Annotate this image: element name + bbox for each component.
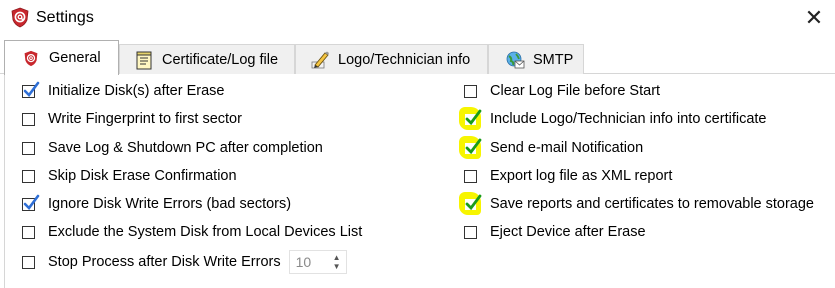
stepper-arrows[interactable]: ▲ ▼ xyxy=(330,252,344,272)
tab-general[interactable]: General xyxy=(4,40,119,75)
stepper-value: 10 xyxy=(295,254,312,270)
checkmark-icon xyxy=(465,138,482,154)
option-label: Initialize Disk(s) after Erase xyxy=(48,83,225,99)
option-clear-log-file[interactable]: Clear Log File before Start xyxy=(464,80,660,102)
notepad-icon xyxy=(136,51,152,69)
option-stop-after-errors[interactable]: Stop Process after Disk Write Errors 10 … xyxy=(22,250,347,274)
checkbox[interactable] xyxy=(464,169,477,183)
checkbox[interactable] xyxy=(22,169,35,183)
checkmark-icon xyxy=(23,81,40,97)
checkbox[interactable] xyxy=(464,225,477,239)
shield-at-icon xyxy=(24,50,38,66)
option-label: Stop Process after Disk Write Errors xyxy=(48,254,281,270)
tab-smtp[interactable]: SMTP xyxy=(488,44,584,74)
error-count-stepper[interactable]: 10 ▲ ▼ xyxy=(288,250,347,274)
option-label: Clear Log File before Start xyxy=(490,83,661,99)
option-label: Save reports and certificates to removab… xyxy=(490,196,814,212)
shield-at-icon xyxy=(11,7,29,28)
chevron-up-icon[interactable]: ▲ xyxy=(333,253,341,262)
option-save-log-shutdown[interactable]: Save Log & Shutdown PC after completion xyxy=(22,137,323,159)
option-eject-device[interactable]: Eject Device after Erase xyxy=(464,221,646,243)
globe-mail-icon xyxy=(506,51,525,68)
option-initialize-disks[interactable]: Initialize Disk(s) after Erase xyxy=(22,80,224,102)
option-label: Ignore Disk Write Errors (bad sectors) xyxy=(48,196,292,212)
tab-label: SMTP xyxy=(533,51,574,68)
checkmark-icon xyxy=(465,194,482,210)
option-label: Skip Disk Erase Confirmation xyxy=(48,168,237,184)
checkbox[interactable] xyxy=(22,225,35,239)
option-label: Eject Device after Erase xyxy=(490,224,646,240)
tab-label: General xyxy=(49,50,101,66)
option-label: Export log file as XML report xyxy=(490,168,673,184)
option-save-to-removable[interactable]: Save reports and certificates to removab… xyxy=(459,191,814,215)
option-send-email[interactable]: Send e-mail Notification xyxy=(459,135,644,159)
option-include-logo-info[interactable]: Include Logo/Technician info into certif… xyxy=(459,106,767,130)
option-export-xml[interactable]: Export log file as XML report xyxy=(464,165,672,187)
option-label: Exclude the System Disk from Local Devic… xyxy=(48,224,363,240)
option-write-fingerprint[interactable]: Write Fingerprint to first sector xyxy=(22,108,242,130)
title-bar: Settings ✕ xyxy=(0,0,835,38)
checkbox[interactable] xyxy=(22,255,35,269)
checkbox[interactable] xyxy=(464,84,477,98)
checkbox[interactable] xyxy=(459,191,482,215)
checkbox[interactable] xyxy=(22,141,35,155)
tab-label: Logo/Technician info xyxy=(338,51,471,68)
chevron-down-icon[interactable]: ▼ xyxy=(333,262,341,271)
option-label: Write Fingerprint to first sector xyxy=(48,111,242,127)
option-label: Send e-mail Notification xyxy=(490,140,644,156)
option-exclude-system-disk[interactable]: Exclude the System Disk from Local Devic… xyxy=(22,221,362,243)
checkbox[interactable] xyxy=(22,194,40,211)
checkmark-icon xyxy=(465,109,482,125)
option-ignore-write-errors[interactable]: Ignore Disk Write Errors (bad sectors) xyxy=(22,193,291,215)
checkbox[interactable] xyxy=(22,112,35,126)
option-skip-erase-confirmation[interactable]: Skip Disk Erase Confirmation xyxy=(22,165,237,187)
option-label: Include Logo/Technician info into certif… xyxy=(490,111,767,127)
window-title: Settings xyxy=(36,9,94,26)
close-button[interactable]: ✕ xyxy=(799,4,829,32)
close-icon: ✕ xyxy=(804,5,824,30)
tab-logo-technician[interactable]: Logo/Technician info xyxy=(295,44,488,74)
checkbox[interactable] xyxy=(459,106,482,130)
checkmark-icon xyxy=(23,194,40,210)
checkbox[interactable] xyxy=(459,135,482,159)
tab-certificate-log[interactable]: Certificate/Log file xyxy=(119,44,295,74)
checkbox[interactable] xyxy=(22,81,40,98)
tab-label: Certificate/Log file xyxy=(162,51,279,68)
settings-window: Settings ✕ General Certificate/Log file xyxy=(0,0,835,288)
pen-icon xyxy=(311,51,329,68)
option-label: Save Log & Shutdown PC after completion xyxy=(48,140,323,156)
